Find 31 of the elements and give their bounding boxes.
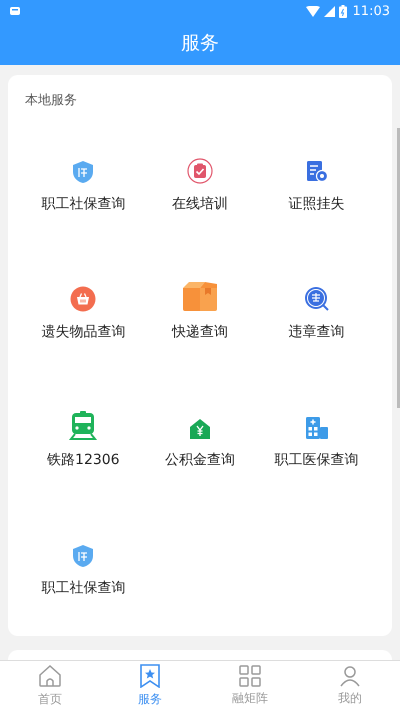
wifi-icon — [306, 6, 320, 16]
signal-icon — [324, 6, 335, 16]
service-item[interactable]: 职工医保查询 — [258, 374, 375, 502]
battery-icon — [338, 4, 347, 18]
person-icon — [339, 664, 361, 686]
section-title: 本地服务 — [25, 92, 78, 110]
service-item[interactable]: 职工社保查询 — [25, 502, 142, 630]
clipboard-check-icon — [186, 158, 213, 184]
service-item[interactable]: 遗失物品查询 — [25, 246, 142, 374]
home-icon — [38, 664, 62, 688]
service-item[interactable]: 铁路12306 — [25, 374, 142, 502]
house-yen-icon — [188, 418, 211, 440]
magnifier-badge-icon — [304, 286, 330, 312]
service-item[interactable]: 证照挂失 — [258, 118, 375, 246]
service-item[interactable]: 在线培训 — [142, 118, 258, 246]
service-item[interactable]: 职工社保查询 — [25, 118, 142, 246]
hospital-icon — [304, 416, 329, 440]
notification-icon — [10, 6, 20, 16]
service-item[interactable]: 快递查询 — [142, 246, 258, 374]
grid-icon — [239, 664, 261, 686]
shield-icon — [72, 160, 94, 184]
shield-icon — [72, 544, 94, 568]
service-item[interactable]: 违章查询 — [258, 246, 375, 374]
document-badge-icon — [304, 160, 329, 184]
basket-icon — [70, 286, 96, 312]
bookmark-star-icon — [139, 664, 161, 688]
train-icon — [69, 410, 98, 440]
service-item[interactable]: 公积金查询 — [142, 374, 258, 502]
page-title: 服务 — [181, 31, 219, 56]
package-icon — [180, 280, 219, 312]
clock-time: 11:03 — [352, 4, 390, 18]
